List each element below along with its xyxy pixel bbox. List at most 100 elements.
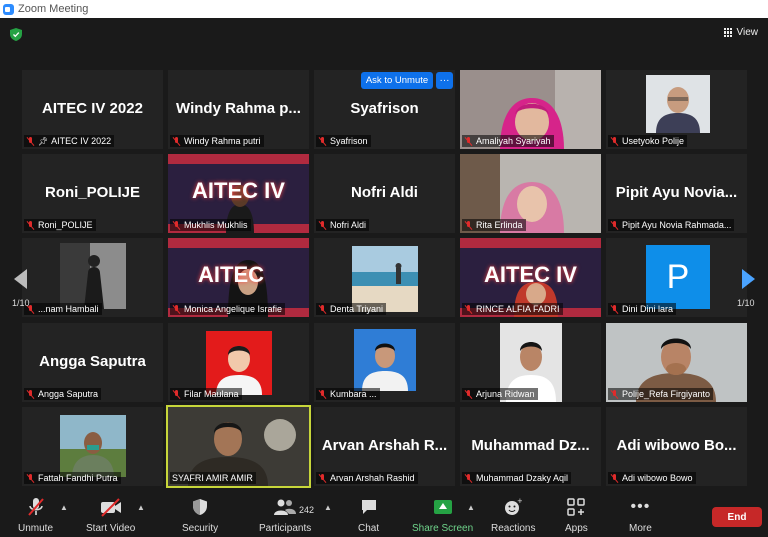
participant-tile[interactable]: AITEC IV Mukhlis Mukhlis: [168, 154, 309, 233]
microphone-muted-icon: [27, 497, 45, 517]
participant-tile[interactable]: Adi wibowo Bo... Adi wibowo Bowo: [606, 407, 747, 486]
chat-bubble-icon: [360, 497, 378, 517]
share-screen-label: Share Screen: [412, 523, 474, 534]
participant-name: RINCE ALFIA FADRI: [476, 304, 560, 314]
participant-display-name: Nofri Aldi: [351, 184, 418, 201]
mic-muted-icon: [464, 389, 473, 399]
participant-tile[interactable]: Filar Maulana: [168, 323, 309, 402]
audio-options-caret-icon[interactable]: ▲: [60, 503, 68, 512]
participant-tile[interactable]: Kumbara ...: [314, 323, 455, 402]
participant-label: Adi wibowo Bowo: [608, 472, 696, 484]
participant-name: Amaliyah Syariyah: [476, 136, 551, 146]
participant-tile[interactable]: Polije_Refa Firgiyanto: [606, 323, 747, 402]
mic-muted-icon: [610, 304, 619, 314]
smiley-plus-icon: +: [504, 497, 522, 517]
mic-muted-icon: [610, 136, 619, 146]
mic-muted-icon: [610, 389, 619, 399]
participant-name: Filar Maulana: [184, 389, 239, 399]
participant-tile[interactable]: Denta Triyani: [314, 238, 455, 317]
participant-display-name: Muhammad Dz...: [471, 437, 590, 454]
view-button[interactable]: View: [723, 27, 759, 38]
participant-name: Syafrison: [330, 136, 368, 146]
mic-muted-icon: [318, 136, 327, 146]
window-title: Zoom Meeting: [18, 3, 89, 15]
participant-tile[interactable]: Nofri Aldi Nofri Aldi: [314, 154, 455, 233]
end-meeting-button[interactable]: End: [712, 507, 762, 527]
svg-text:+: +: [517, 498, 522, 505]
security-button[interactable]: Security: [182, 497, 218, 534]
participant-tile[interactable]: Roni_POLIJE Roni_POLIJE: [22, 154, 163, 233]
participant-name: AITEC IV 2022: [51, 136, 112, 146]
background-banner-text: AITEC: [198, 262, 264, 287]
share-options-caret-icon[interactable]: ▲: [467, 503, 475, 512]
participant-tile[interactable]: Pipit Ayu Novia... Pipit Ayu Novia Rahma…: [606, 154, 747, 233]
participant-tile[interactable]: P Dini Dini lara: [606, 238, 747, 317]
encryption-shield-icon[interactable]: [10, 28, 22, 41]
title-bar: Zoom Meeting: [0, 0, 768, 18]
video-feed: [354, 329, 416, 391]
video-gallery: View AITEC IV 2022 📌︎ AITEC IV 2022 Windy…: [0, 18, 768, 491]
participant-name: SYAFRI AMIR AMIR: [172, 473, 253, 483]
participant-label: Fattah Fandhi Putra: [24, 472, 121, 484]
participant-name: Nofri Aldi: [330, 220, 367, 230]
participant-tile[interactable]: Arjuna Ridwan: [460, 323, 601, 402]
participant-tile[interactable]: Windy Rahma p... Windy Rahma putri: [168, 70, 309, 149]
video-feed: [646, 75, 710, 133]
participant-tile[interactable]: Amaliyah Syariyah: [460, 70, 601, 149]
chevron-left-icon: [13, 269, 27, 289]
participant-label: Rita Erlinda: [462, 219, 526, 231]
apps-button[interactable]: Apps: [565, 497, 588, 534]
video-feed: [206, 331, 272, 395]
participant-tile[interactable]: AITEC IV RINCE ALFIA FADRI: [460, 238, 601, 317]
participant-name: Angga Saputra: [38, 389, 99, 399]
participants-label: Participants: [259, 523, 312, 534]
participant-tile[interactable]: Rita Erlinda: [460, 154, 601, 233]
start-video-button[interactable]: Start Video: [86, 497, 135, 534]
tile-more-button[interactable]: ···: [436, 72, 453, 89]
mic-muted-icon: [26, 220, 35, 230]
more-button[interactable]: ••• More: [629, 497, 652, 534]
participant-tile[interactable]: ...nam Hambali: [22, 238, 163, 317]
apps-grid-icon: [567, 497, 586, 517]
more-label: More: [629, 523, 652, 534]
participant-tile[interactable]: AITEC Monica Angelique Israfie: [168, 238, 309, 317]
mic-muted-icon: [318, 389, 327, 399]
video-off-icon: [99, 497, 123, 517]
participant-tile[interactable]: Muhammad Dz... Muhammad Dzaky Aqil: [460, 407, 601, 486]
reactions-button[interactable]: + Reactions: [491, 497, 535, 534]
background-banner-text: AITEC IV: [192, 178, 285, 203]
participant-display-name: Windy Rahma p...: [176, 100, 301, 117]
participant-label: SYAFRI AMIR AMIR: [170, 472, 256, 484]
participant-name: Monica Angelique Israfie: [184, 304, 283, 314]
participant-label: Polije_Refa Firgiyanto: [608, 388, 714, 400]
background-banner-text: AITEC IV: [484, 262, 577, 287]
participant-tile[interactable]: AITEC IV 2022 📌︎ AITEC IV 2022: [22, 70, 163, 149]
participant-tile[interactable]: Arvan Arshah R... Arvan Arshah Rashid: [314, 407, 455, 486]
participant-name: Adi wibowo Bowo: [622, 473, 693, 483]
participant-name: Rita Erlinda: [476, 220, 523, 230]
participant-label: Filar Maulana: [170, 388, 242, 400]
participant-label: 📌︎ AITEC IV 2022: [24, 135, 115, 147]
participant-label: Nofri Aldi: [316, 219, 370, 231]
participant-label: Usetyoko Polije: [608, 135, 688, 147]
participants-caret-icon[interactable]: ▲: [324, 503, 332, 512]
unmute-button[interactable]: Unmute: [18, 497, 53, 534]
video-options-caret-icon[interactable]: ▲: [137, 503, 145, 512]
share-screen-button[interactable]: Share Screen: [412, 497, 473, 534]
participants-button[interactable]: Participants: [259, 497, 311, 534]
participants-icon: [274, 497, 297, 517]
mic-muted-icon: [464, 304, 473, 314]
video-feed: [60, 415, 126, 477]
participant-name: Polije_Refa Firgiyanto: [622, 389, 711, 399]
active-speaker-tile[interactable]: SYAFRI AMIR AMIR: [166, 405, 311, 488]
chat-button[interactable]: Chat: [358, 497, 379, 534]
participant-tile[interactable]: Angga Saputra Angga Saputra: [22, 323, 163, 402]
participant-tile[interactable]: Usetyoko Polije: [606, 70, 747, 149]
meeting-toolbar: Unmute ▲ Start Video ▲ Security Particip…: [0, 491, 768, 537]
participant-tile[interactable]: Fattah Fandhi Putra: [22, 407, 163, 486]
ask-to-unmute-button[interactable]: Ask to Unmute: [361, 72, 433, 89]
view-label: View: [736, 27, 759, 38]
participant-label: Denta Triyani: [316, 303, 387, 315]
participant-name: Kumbara ...: [330, 389, 377, 399]
mic-muted-icon: [26, 389, 35, 399]
